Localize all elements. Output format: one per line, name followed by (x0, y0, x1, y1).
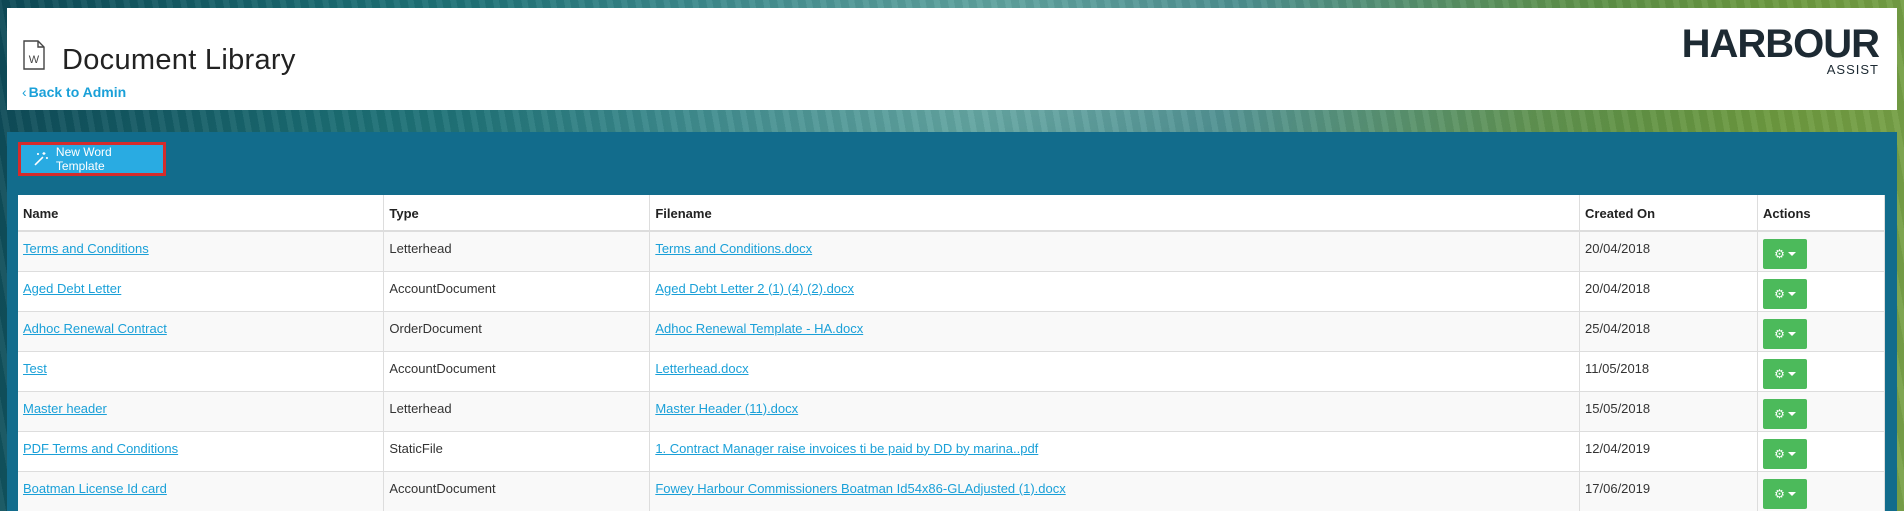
gear-icon: ⚙ (1774, 326, 1785, 341)
document-type: AccountDocument (383, 470, 651, 511)
gear-icon: ⚙ (1774, 446, 1785, 461)
document-name-link[interactable]: Adhoc Renewal Contract (23, 321, 167, 336)
document-type: AccountDocument (383, 350, 651, 391)
table-row: Adhoc Renewal Contract OrderDocument Adh… (18, 310, 1885, 351)
document-filename-link[interactable]: Terms and Conditions.docx (655, 241, 812, 256)
document-name-link[interactable]: Aged Debt Letter (23, 281, 121, 296)
row-actions-button[interactable]: ⚙ (1762, 398, 1807, 429)
document-created-on: 15/05/2018 (1579, 390, 1758, 431)
page-header: W Document Library ‹ Back to Admin HARBOU… (7, 8, 1897, 110)
table-row: Master header Letterhead Master Header (… (18, 390, 1885, 431)
document-filename-link[interactable]: Letterhead.docx (655, 361, 748, 376)
new-word-template-button[interactable]: New Word Template (18, 142, 166, 176)
caret-down-icon (1787, 451, 1796, 456)
caret-down-icon (1787, 491, 1796, 496)
chevron-left-icon: ‹ (22, 84, 27, 100)
table-row: Test AccountDocument Letterhead.docx 11/… (18, 350, 1885, 391)
document-created-on: 20/04/2018 (1579, 270, 1758, 311)
document-filename-link[interactable]: Fowey Harbour Commissioners Boatman Id54… (655, 481, 1065, 496)
document-name-link[interactable]: Master header (23, 401, 107, 416)
table-header-row: Name Type Filename Created On Actions (18, 195, 1885, 232)
document-filename-link[interactable]: Adhoc Renewal Template - HA.docx (655, 321, 863, 336)
row-actions-button[interactable]: ⚙ (1762, 358, 1807, 389)
gear-icon: ⚙ (1774, 486, 1785, 501)
document-name-link[interactable]: Boatman License Id card (23, 481, 167, 496)
document-created-on: 25/04/2018 (1579, 310, 1758, 351)
document-name-link[interactable]: Terms and Conditions (23, 241, 149, 256)
document-created-on: 11/05/2018 (1579, 350, 1758, 391)
gear-icon: ⚙ (1774, 366, 1785, 381)
row-actions-button[interactable]: ⚙ (1762, 278, 1807, 309)
back-to-admin-link[interactable]: ‹ Back to Admin (22, 84, 126, 100)
document-type: Letterhead (383, 230, 651, 271)
row-actions-button[interactable]: ⚙ (1762, 318, 1807, 349)
column-header-created-on[interactable]: Created On (1579, 195, 1758, 232)
page-title: Document Library (62, 44, 296, 76)
row-actions-button[interactable]: ⚙ (1762, 239, 1807, 269)
harbour-assist-logo: HARBOUR ASSIST (1681, 22, 1880, 77)
word-document-icon: W (23, 40, 45, 70)
document-type: AccountDocument (383, 270, 651, 311)
document-type: StaticFile (383, 430, 651, 471)
document-created-on: 12/04/2019 (1579, 430, 1758, 471)
caret-down-icon (1787, 371, 1796, 376)
row-actions-button[interactable]: ⚙ (1762, 438, 1807, 469)
table-row: Boatman License Id card AccountDocument … (18, 470, 1885, 511)
document-created-on: 17/06/2019 (1579, 470, 1758, 511)
document-filename-link[interactable]: Master Header (11).docx (655, 401, 798, 416)
document-panel: New Word Template Name Type Filename Cre… (7, 132, 1897, 511)
caret-down-icon (1787, 331, 1796, 336)
document-filename-link[interactable]: Aged Debt Letter 2 (1) (4) (2).docx (655, 281, 854, 296)
caret-down-icon (1787, 291, 1796, 296)
svg-text:W: W (29, 54, 40, 66)
back-link-label: Back to Admin (28, 84, 127, 100)
row-actions-button[interactable]: ⚙ (1762, 478, 1807, 509)
document-type: Letterhead (383, 390, 651, 431)
document-type: OrderDocument (383, 310, 651, 351)
document-name-link[interactable]: Test (23, 361, 47, 376)
column-header-filename[interactable]: Filename (649, 195, 1581, 232)
table-row: PDF Terms and Conditions StaticFile 1. C… (18, 430, 1885, 471)
new-word-template-label: New Word Template (55, 145, 112, 173)
magic-wand-icon (34, 152, 48, 166)
gear-icon: ⚙ (1774, 286, 1785, 301)
gear-icon: ⚙ (1774, 406, 1785, 421)
column-header-actions: Actions (1757, 195, 1885, 232)
column-header-type[interactable]: Type (383, 195, 651, 232)
column-header-name[interactable]: Name (18, 195, 385, 232)
table-row: Terms and Conditions Letterhead Terms an… (18, 230, 1885, 271)
document-filename-link[interactable]: 1. Contract Manager raise invoices ti be… (655, 441, 1038, 456)
document-name-link[interactable]: PDF Terms and Conditions (23, 441, 178, 456)
table-row: Aged Debt Letter AccountDocument Aged De… (18, 270, 1885, 311)
gear-icon: ⚙ (1774, 247, 1785, 261)
caret-down-icon (1787, 252, 1796, 256)
documents-table: Name Type Filename Created On Actions Te… (18, 195, 1885, 511)
caret-down-icon (1787, 411, 1796, 416)
logo-main-text: HARBOUR (1681, 22, 1880, 66)
document-created-on: 20/04/2018 (1579, 230, 1758, 271)
